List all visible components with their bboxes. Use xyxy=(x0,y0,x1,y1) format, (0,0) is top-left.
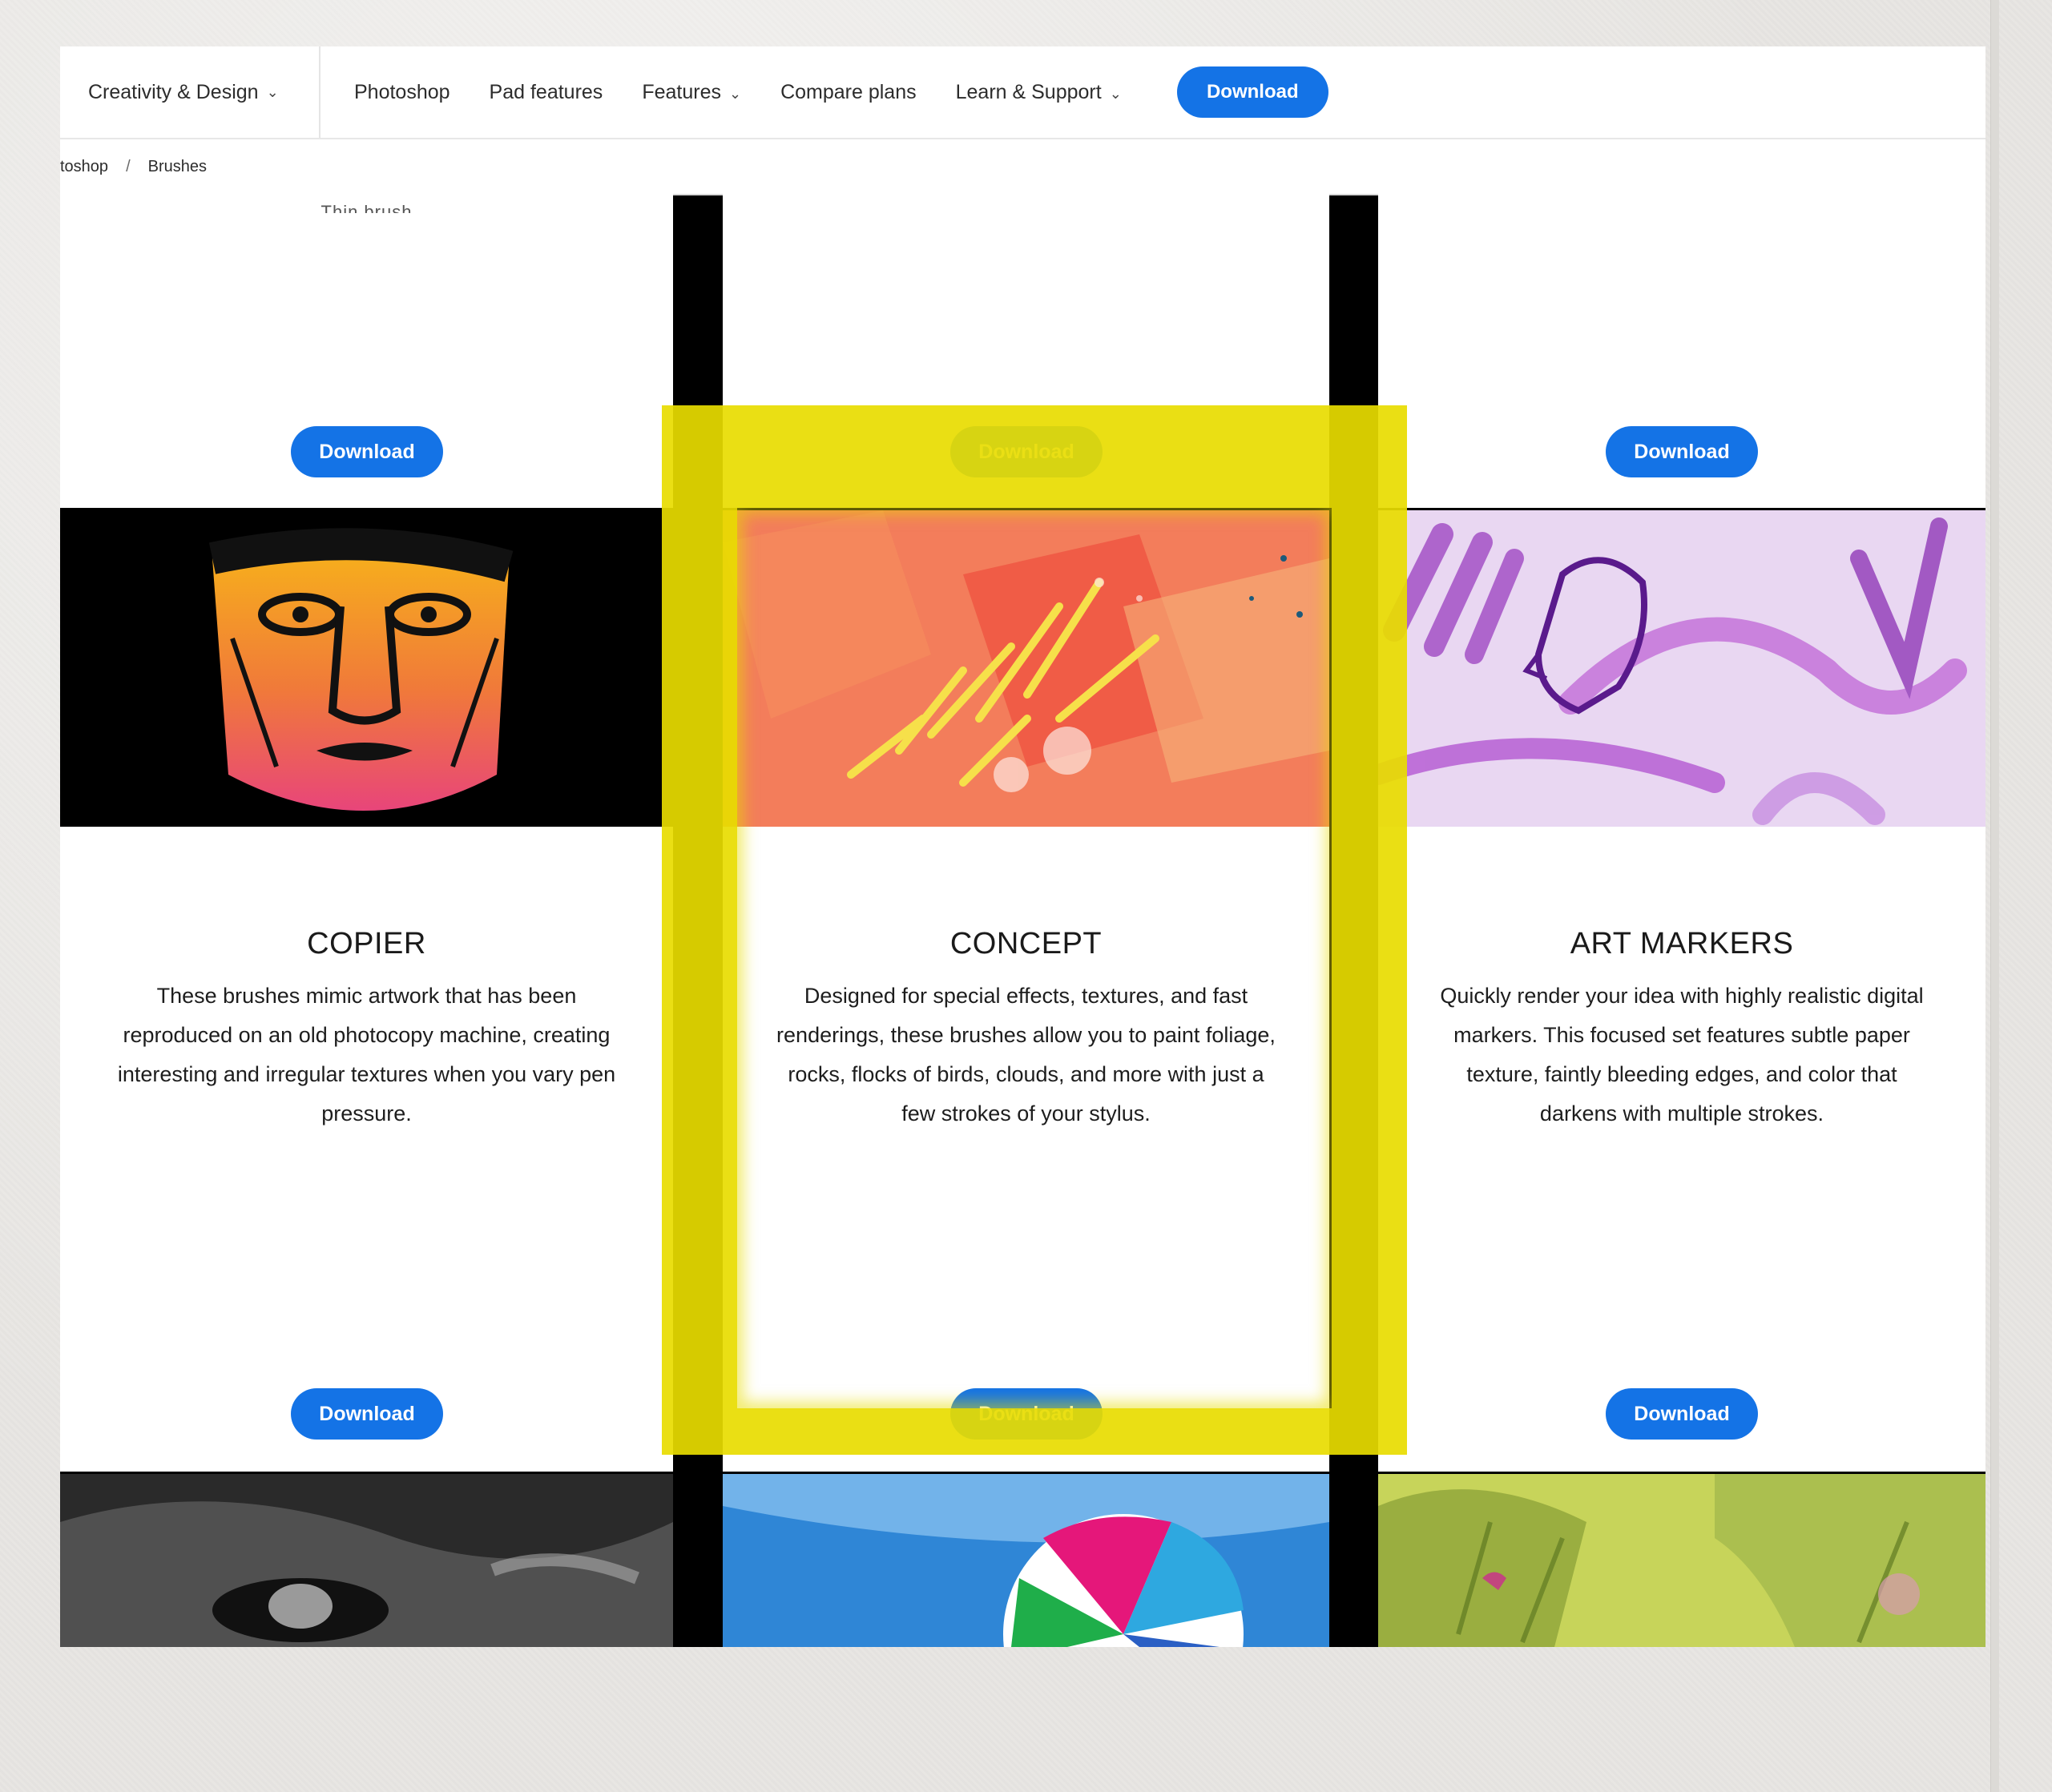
art-markers-artwork xyxy=(1378,510,1985,827)
breadcrumb-separator: / xyxy=(126,157,131,175)
breadcrumb-parent[interactable]: toshop xyxy=(60,158,108,176)
brush-card-top-1: Thin brush Download xyxy=(60,194,673,508)
card-description: These brushes mimic artwork that has bee… xyxy=(117,984,616,1126)
brush-card-top-3: Download xyxy=(1378,194,1985,508)
nav-link-pad-features[interactable]: Pad features xyxy=(490,81,603,104)
download-button[interactable]: Download xyxy=(950,426,1103,477)
card-description: Designed for special effects, textures, … xyxy=(776,984,1276,1126)
concept-foliage-image xyxy=(723,510,1329,827)
creativity-design-label: Creativity & Design xyxy=(88,80,259,103)
chevron-down-icon: ⌄ xyxy=(266,83,279,100)
brush-card-copier: COPIER These brushes mimic artwork that … xyxy=(60,510,673,1472)
watercolor-ball-image xyxy=(723,1474,1329,1647)
charcoal-eye-image xyxy=(60,1474,673,1647)
brush-card-top-2: Download xyxy=(723,194,1329,508)
brush-card-concept: CONCEPT Designed for special effects, te… xyxy=(723,510,1329,1472)
card-description: Quickly render your idea with highly rea… xyxy=(1440,984,1924,1126)
brush-card-bottom-2 xyxy=(723,1474,1329,1647)
global-nav: Creativity & Design ⌄ Photoshop Pad feat… xyxy=(60,46,1985,139)
brush-card-bottom-1 xyxy=(60,1474,673,1647)
art-markers-portrait-image xyxy=(1378,510,1985,827)
nav-link-features[interactable]: Features ⌄ xyxy=(642,81,741,104)
download-button[interactable]: Download xyxy=(1606,426,1758,477)
card-title-cropped: Thin brush xyxy=(320,202,413,213)
card-title: COPIER xyxy=(307,927,426,960)
brush-card-bottom-3 xyxy=(1378,1474,1985,1647)
foliage-bird-image xyxy=(1378,1474,1985,1647)
download-button[interactable]: Download xyxy=(291,1388,443,1440)
copier-face-image xyxy=(60,510,673,827)
nav-link-photoshop[interactable]: Photoshop xyxy=(354,81,450,104)
chevron-down-icon: ⌄ xyxy=(728,85,742,102)
learn-support-label: Learn & Support xyxy=(955,80,1102,103)
features-label: Features xyxy=(642,80,721,103)
page-edge-rule xyxy=(1990,0,1999,1792)
download-button[interactable]: Download xyxy=(950,1388,1103,1440)
nav-link-compare-plans[interactable]: Compare plans xyxy=(780,81,917,104)
card-title: CONCEPT xyxy=(949,927,1103,960)
download-button[interactable]: Download xyxy=(291,426,443,477)
card-title: ART MARKERS xyxy=(1570,927,1794,960)
copier-artwork xyxy=(60,510,673,827)
chevron-down-icon: ⌄ xyxy=(1109,85,1122,102)
breadcrumb-current: Brushes xyxy=(147,157,207,175)
concept-artwork xyxy=(723,510,1329,827)
browser-viewport: Creativity & Design ⌄ Photoshop Pad feat… xyxy=(60,46,1985,1647)
brush-card-art-markers: ART MARKERS Quickly render your idea wit… xyxy=(1378,510,1985,1472)
nav-link-learn-support[interactable]: Learn & Support ⌄ xyxy=(956,81,1122,104)
download-button[interactable]: Download xyxy=(1606,1388,1758,1440)
nav-links: Photoshop Pad features Features ⌄ Compare… xyxy=(354,81,1161,104)
nav-download-button[interactable]: Download xyxy=(1176,66,1328,118)
creativity-design-menu[interactable]: Creativity & Design ⌄ xyxy=(60,46,320,138)
breadcrumb: toshop / Brushes xyxy=(60,139,1985,195)
